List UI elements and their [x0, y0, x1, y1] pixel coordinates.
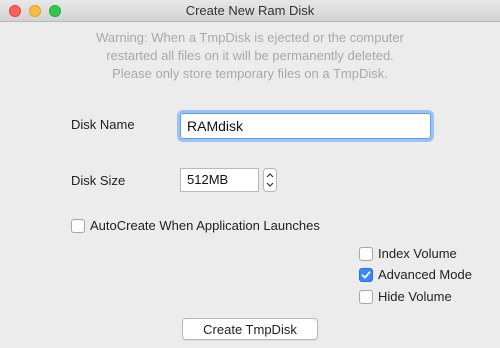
index-volume-checkbox[interactable] — [359, 246, 373, 261]
window-title: Create New Ram Disk — [185, 3, 315, 18]
title-bar: Create New Ram Disk — [0, 0, 500, 22]
hide-volume-checkbox[interactable] — [359, 289, 373, 304]
disk-size-field[interactable]: 512MB — [180, 168, 259, 192]
index-volume-option[interactable]: Index Volume — [359, 246, 457, 261]
warning-line-1: Warning: When a TmpDisk is ejected or th… — [96, 30, 404, 45]
stepper-up-icon[interactable] — [266, 171, 274, 180]
autocreate-label: AutoCreate When Application Launches — [90, 218, 320, 233]
disk-name-label: Disk Name — [71, 117, 135, 132]
disk-size-label: Disk Size — [71, 173, 126, 188]
advanced-mode-option[interactable]: Advanced Mode — [359, 267, 472, 282]
disk-name-input[interactable] — [180, 113, 431, 139]
warning-message: Warning: When a TmpDisk is ejected or th… — [30, 29, 470, 83]
advanced-mode-checkbox[interactable] — [359, 267, 373, 282]
hide-volume-option[interactable]: Hide Volume — [359, 289, 452, 304]
advanced-mode-label: Advanced Mode — [378, 267, 472, 282]
index-volume-label: Index Volume — [378, 246, 457, 261]
checkmark-icon — [361, 270, 371, 278]
create-tmpdisk-button[interactable]: Create TmpDisk — [182, 318, 318, 340]
disk-size-stepper[interactable] — [263, 168, 277, 192]
autocreate-option[interactable]: AutoCreate When Application Launches — [71, 218, 320, 233]
autocreate-checkbox[interactable] — [71, 218, 85, 233]
hide-volume-label: Hide Volume — [378, 289, 452, 304]
warning-line-2: restarted all files on it will be perman… — [106, 48, 394, 63]
stepper-down-icon[interactable] — [266, 180, 274, 189]
warning-line-3: Please only store temporary files on a T… — [112, 66, 388, 81]
